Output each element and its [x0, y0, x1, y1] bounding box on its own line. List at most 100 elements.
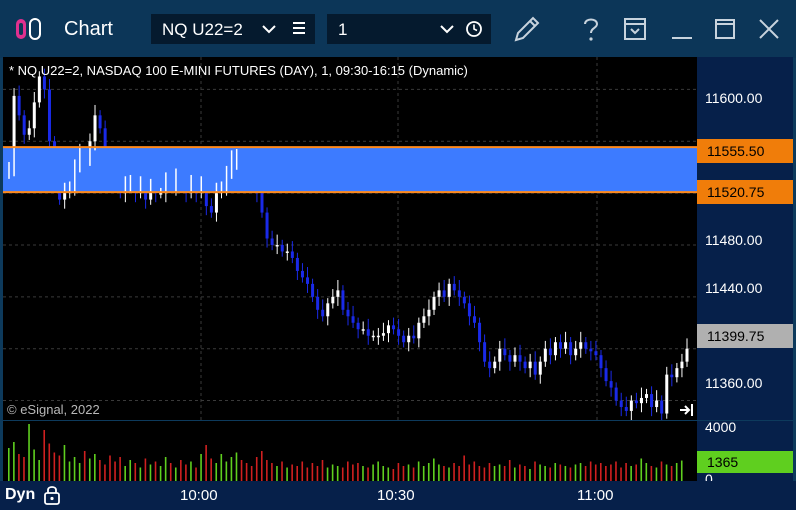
candle-body	[361, 329, 365, 331]
pencil-icon[interactable]	[510, 12, 544, 46]
symbol-input[interactable]: NQ U22=2	[151, 14, 315, 44]
candle-body	[599, 355, 603, 369]
volume-bar	[584, 466, 587, 481]
volume-bar	[513, 467, 516, 481]
candle-body	[670, 374, 674, 378]
price-label: 11440.00	[705, 280, 763, 296]
volume-bar	[630, 466, 632, 481]
maximize-icon[interactable]	[708, 12, 742, 46]
volume-bar	[367, 467, 369, 481]
volume-bar	[311, 463, 314, 481]
volume-bar	[255, 457, 258, 481]
volume-bar	[301, 461, 304, 481]
candle-body	[336, 290, 340, 297]
candle-body	[321, 309, 325, 317]
volume-bar	[296, 466, 299, 481]
chevron-down-icon[interactable]	[439, 19, 455, 39]
volume-bar	[473, 461, 476, 481]
volume-bar	[508, 460, 511, 481]
volume-bar	[43, 430, 46, 481]
volume-bar	[271, 463, 273, 481]
candle-body	[371, 335, 375, 338]
candle-body	[609, 381, 613, 388]
lock-icon[interactable]	[43, 485, 61, 505]
volume-bar	[210, 458, 212, 481]
candle-body	[300, 270, 304, 278]
candle-body	[559, 342, 563, 349]
clock-icon[interactable]	[465, 20, 483, 38]
volume-bar	[28, 424, 30, 481]
candle-body	[98, 115, 102, 129]
volume-bar	[109, 455, 111, 481]
candle-body	[553, 342, 557, 356]
volume-bar	[63, 445, 66, 481]
chevron-down-icon[interactable]	[261, 19, 277, 39]
candle-body	[624, 407, 628, 411]
symbol-list-icon[interactable]	[291, 18, 307, 38]
candle-body	[326, 303, 330, 317]
candle-body	[376, 335, 380, 338]
volume-bar	[281, 461, 283, 481]
volume-bar	[104, 464, 106, 481]
price-axis[interactable]: 11600.00 11555.50 11520.75 11480.00 1144…	[697, 57, 793, 420]
volume-bar	[99, 460, 101, 481]
volume-bar	[579, 463, 582, 481]
volume-bar	[443, 466, 445, 481]
candle-body	[214, 193, 218, 213]
volume-bar	[549, 467, 551, 481]
dynamic-mode-label[interactable]: Dyn	[5, 486, 35, 504]
candle-body	[685, 348, 689, 362]
volume-bar	[266, 460, 268, 481]
candle-body	[574, 348, 578, 356]
volume-bar	[144, 458, 147, 481]
volume-bar	[640, 458, 643, 481]
volume-bar	[680, 460, 683, 481]
close-icon[interactable]	[752, 12, 786, 46]
time-label: 10:30	[377, 487, 415, 504]
candle-body	[427, 309, 431, 317]
candle-body	[407, 335, 411, 343]
candle-body	[275, 244, 279, 247]
interval-input[interactable]: 1	[327, 14, 491, 44]
candle-body	[634, 400, 638, 404]
price-chart[interactable]: * NQ U22=2, NASDAQ 100 E-MINI FUTURES (D…	[3, 57, 697, 420]
candle-body	[42, 76, 46, 90]
candle-body	[498, 348, 502, 362]
volume-bar	[235, 452, 238, 481]
volume-bar	[574, 464, 577, 481]
volume-bar	[453, 463, 455, 481]
candle-body	[569, 342, 573, 356]
candle-body	[47, 89, 51, 142]
volume-bar	[458, 466, 460, 481]
volume-bar	[180, 460, 182, 481]
candle-body	[37, 76, 41, 103]
volume-bar	[438, 464, 440, 481]
candle-body	[331, 296, 335, 304]
volume-bar	[493, 466, 496, 481]
volume-bar	[625, 463, 627, 481]
candle-body	[493, 361, 497, 369]
candle-body	[280, 244, 284, 252]
scroll-to-end-icon[interactable]	[679, 403, 695, 417]
volume-bar	[240, 460, 243, 481]
minimize-icon[interactable]	[665, 12, 699, 46]
volume-current-badge: 1365	[697, 451, 793, 473]
volume-bar	[539, 464, 541, 481]
time-label: 10:00	[180, 487, 218, 504]
volume-bar	[114, 461, 116, 481]
candle-body	[17, 95, 21, 116]
volume-bar	[245, 463, 248, 481]
help-icon[interactable]	[574, 12, 608, 46]
volume-bar	[387, 467, 390, 481]
volume-bar	[675, 463, 678, 481]
volume-chart[interactable]	[3, 421, 697, 481]
candle-body	[645, 394, 649, 398]
candle-body	[351, 316, 355, 323]
candle-body	[306, 277, 310, 284]
time-axis[interactable]: Dyn 10:00 10:30 11:00	[0, 481, 796, 510]
volume-bar	[83, 451, 86, 481]
layout-icon[interactable]	[618, 12, 652, 46]
volume-bar	[331, 464, 334, 481]
candle-body	[488, 361, 492, 369]
volume-bar	[154, 461, 157, 481]
